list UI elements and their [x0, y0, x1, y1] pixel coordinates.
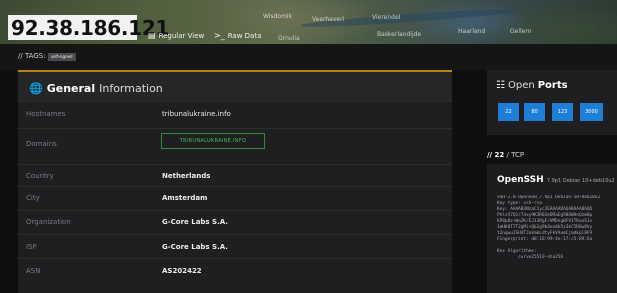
map-label: Gellern [510, 28, 532, 35]
map-label: Haarland [458, 28, 486, 35]
service-banner: SSH-2.0-OpenSSH_7.9p1 Debian-10+deb10u2 … [497, 195, 601, 260]
terminal-icon: >_ [214, 31, 225, 40]
raw-data-button[interactable]: >_ Raw Data [214, 31, 261, 40]
port-button[interactable]: 123 [552, 103, 573, 121]
port-button[interactable]: 22 [498, 103, 519, 121]
map-label: Baskerlandijde [377, 31, 422, 38]
info-row-organization [18, 210, 452, 237]
map-label: Ornulia [278, 35, 300, 42]
ip-address-title: 92.38.186.121 [11, 16, 170, 40]
organization-value: G-Core Labs S.A. [162, 218, 228, 226]
map-label: Veerhaveri [312, 16, 345, 23]
regular-view-label: Regular View [158, 31, 205, 40]
info-row-asn [18, 258, 452, 285]
tags-label: // TAGS: [18, 52, 46, 60]
info-label: Domains [26, 140, 57, 148]
port-button[interactable]: 80 [524, 103, 545, 121]
regular-view-button[interactable]: ▤ Regular View [148, 31, 204, 40]
tags-bar [0, 44, 617, 70]
map-label: Vierendel [372, 14, 401, 21]
network-icon: ☷ [496, 80, 505, 91]
hostname-value: tribunalukraine.info [162, 110, 231, 118]
service-version: 7.9p1 Debian 10+deb10u2 [546, 178, 615, 184]
info-label: ASN [26, 267, 41, 275]
info-label: Country [26, 172, 54, 180]
tag-chip[interactable]: self-signed [48, 53, 76, 61]
info-label: City [26, 194, 40, 202]
map-label: Wisdomik [263, 13, 293, 20]
country-value: Netherlands [162, 172, 211, 180]
domain-link[interactable]: TRIBUNALUKRAINE.INFO [161, 133, 265, 149]
info-label: ISP [26, 243, 37, 251]
asn-value: AS202422 [162, 267, 202, 275]
service-name: OpenSSH 7.9p1 Debian 10+deb10u2 [497, 175, 615, 185]
port-protocol-heading: // 22 / TCP [487, 151, 525, 159]
isp-value: G-Core Labs S.A. [162, 243, 228, 251]
info-label: Hostnames [26, 110, 66, 118]
open-ports-title: ☷ Open Ports [496, 80, 568, 91]
info-row-hostnames [18, 101, 452, 128]
globe-icon: 🌐 [29, 82, 43, 95]
city-value: Amsterdam [162, 194, 208, 202]
raw-data-label: Raw Data [227, 31, 262, 40]
info-row-city [18, 186, 452, 213]
general-information-title: 🌐 General Information [29, 82, 163, 95]
table-icon: ▤ [148, 31, 156, 40]
port-button[interactable]: 3000 [580, 103, 603, 121]
info-row-isp [18, 234, 452, 261]
info-label: Organization [26, 218, 71, 226]
